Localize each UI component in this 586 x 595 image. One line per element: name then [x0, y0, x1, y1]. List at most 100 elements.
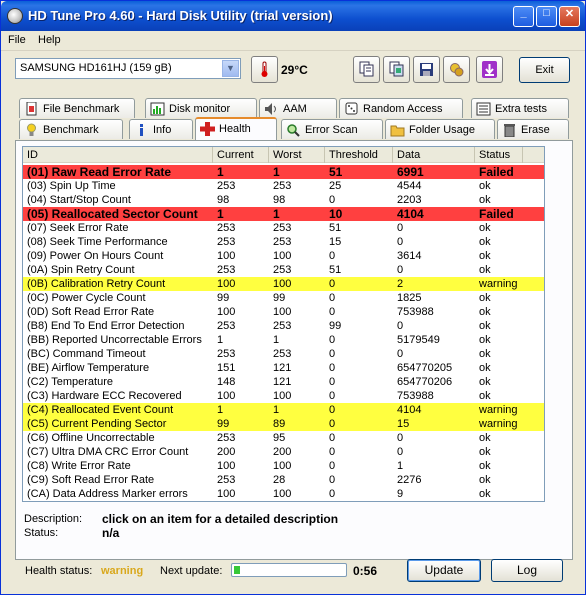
table-row[interactable]: (0D) Soft Read Error Rate 100 100 0 753988 ok [23, 305, 544, 319]
header-current[interactable]: Current [213, 147, 269, 163]
table-row[interactable]: (03) Spin Up Time 253 253 25 4544 ok [23, 179, 544, 193]
cell-id: (B8) End To End Error Detection [27, 320, 185, 332]
cell-id: (0C) Power Cycle Count [27, 292, 146, 304]
copy-text-button[interactable] [353, 56, 380, 83]
minimize-button[interactable]: _ [513, 6, 534, 27]
tab-label: Extra tests [495, 102, 547, 115]
cell-id: (C3) Hardware ECC Recovered [27, 390, 182, 402]
lightbulb-icon [24, 123, 39, 137]
health-panel: ID Current Worst Threshold Data Status (… [15, 140, 573, 560]
cell-data: 1825 [397, 292, 422, 304]
table-row[interactable]: (01) Raw Read Error Rate 1 1 51 6991 Failed [23, 165, 544, 179]
cell-status: ok [479, 264, 491, 276]
file-benchmark-icon [24, 101, 39, 116]
cell-threshold: 0 [329, 460, 336, 472]
cell-threshold: 0 [329, 306, 336, 318]
cell-status: warning [479, 278, 518, 290]
cell-data: 753988 [397, 306, 434, 318]
cell-worst: 253 [273, 222, 292, 234]
app-disk-icon [7, 8, 23, 24]
drive-select-value: SAMSUNG HD161HJ (159 gB) [20, 62, 172, 74]
table-row[interactable]: (C3) Hardware ECC Recovered 100 100 0 753988… [23, 389, 544, 403]
table-row[interactable]: (C6) Offline Uncorrectable 253 95 0 0 ok [23, 431, 544, 445]
cell-current: 1 [217, 334, 224, 346]
log-button[interactable]: Log [491, 559, 563, 582]
header-id[interactable]: ID [23, 147, 213, 163]
cell-current: 253 [217, 432, 236, 444]
table-row[interactable]: (CA) Data Address Marker errors 100 100 0 9 o… [23, 487, 544, 501]
table-row[interactable]: (BC) Command Timeout 253 253 0 0 ok [23, 347, 544, 361]
table-row[interactable]: (BB) Reported Uncorrectable Errors 1 1 0 517… [23, 333, 544, 347]
cell-worst: 99 [273, 292, 286, 304]
tab-label: File Benchmark [43, 102, 120, 115]
menu-help[interactable]: Help [38, 34, 61, 46]
tab-random-access[interactable]: Random Access [339, 98, 463, 118]
menu-file[interactable]: File [8, 34, 26, 46]
table-row[interactable]: (C9) Soft Read Error Rate 253 28 0 2276 ok [23, 473, 544, 487]
drive-select[interactable]: SAMSUNG HD161HJ (159 gB) ▼ [15, 58, 241, 79]
cell-threshold: 0 [329, 348, 336, 360]
options-icon[interactable] [443, 56, 470, 83]
tab-error-scan[interactable]: Error Scan [281, 119, 383, 139]
close-button[interactable]: ✕ [559, 6, 580, 27]
tab-disk-monitor[interactable]: Disk monitor [145, 98, 257, 118]
cell-status: ok [479, 222, 491, 234]
table-row[interactable]: (C4) Reallocated Event Count 1 1 0 4104 warni… [23, 403, 544, 417]
cell-worst: 121 [273, 376, 292, 388]
chevron-down-icon[interactable]: ▼ [222, 60, 239, 77]
tab-label: Disk monitor [169, 102, 231, 115]
exit-button[interactable]: Exit [519, 57, 570, 83]
tab-benchmark[interactable]: Benchmark [19, 119, 123, 139]
header-data[interactable]: Data [393, 147, 475, 163]
copy-screenshot-button[interactable] [383, 56, 410, 83]
table-row[interactable]: (B8) End To End Error Detection 253 253 99 0… [23, 319, 544, 333]
table-row[interactable]: (BE) Airflow Temperature 151 121 0 654770205… [23, 361, 544, 375]
header-status[interactable]: Status [475, 147, 523, 163]
cell-worst: 100 [273, 460, 292, 472]
table-row[interactable]: (0A) Spin Retry Count 253 253 51 0 ok [23, 263, 544, 277]
table-row[interactable]: (0B) Calibration Retry Count 100 100 0 2 warn… [23, 277, 544, 291]
table-row[interactable]: (C2) Temperature 148 121 0 654770206 ok [23, 375, 544, 389]
title-bar[interactable]: HD Tune Pro 4.60 - Hard Disk Utility (tr… [1, 1, 585, 31]
save-icon[interactable] [413, 56, 440, 83]
table-row[interactable]: (05) Reallocated Sector Count 1 1 10 4104 Fai… [23, 207, 544, 221]
cell-threshold: 99 [329, 320, 342, 332]
cell-current: 100 [217, 306, 236, 318]
tab-label: Erase [521, 123, 550, 136]
cell-status: ok [479, 306, 491, 318]
tab-aam[interactable]: AAM [259, 98, 337, 118]
status-label: Status: [24, 527, 59, 539]
maximize-button[interactable]: □ [536, 6, 557, 27]
update-button[interactable]: Update [407, 559, 481, 582]
tab-erase[interactable]: Erase [497, 119, 569, 139]
table-row[interactable]: (09) Power On Hours Count 100 100 0 3614 ok [23, 249, 544, 263]
tab-health[interactable]: Health [195, 117, 277, 140]
cell-id: (04) Start/Stop Count [27, 194, 131, 206]
progress-fill [234, 566, 240, 574]
cell-worst: 253 [273, 180, 292, 192]
cell-data: 2276 [397, 474, 422, 486]
tab-extra-tests[interactable]: Extra tests [471, 98, 569, 118]
table-row[interactable]: (08) Seek Time Performance 253 253 15 0 ok [23, 235, 544, 249]
table-row[interactable]: (04) Start/Stop Count 98 98 0 2203 ok [23, 193, 544, 207]
cell-current: 253 [217, 222, 236, 234]
cell-data: 4104 [397, 207, 424, 221]
cell-current: 100 [217, 390, 236, 402]
table-row[interactable]: (C8) Write Error Rate 100 100 0 1 ok [23, 459, 544, 473]
header-threshold[interactable]: Threshold [325, 147, 393, 163]
cell-status: ok [479, 376, 491, 388]
table-row[interactable]: (C5) Current Pending Sector 99 89 0 15 warnin… [23, 417, 544, 431]
header-worst[interactable]: Worst [269, 147, 325, 163]
table-row[interactable]: (0C) Power Cycle Count 99 99 0 1825 ok [23, 291, 544, 305]
tab-file-benchmark[interactable]: File Benchmark [19, 98, 135, 118]
smart-table[interactable]: ID Current Worst Threshold Data Status (… [22, 146, 545, 502]
download-icon[interactable] [476, 56, 503, 83]
table-row[interactable]: (07) Seek Error Rate 253 253 51 0 ok [23, 221, 544, 235]
thermometer-icon [251, 56, 278, 83]
cell-threshold: 0 [329, 432, 336, 444]
tab-info[interactable]: Info [129, 119, 193, 139]
cell-current: 148 [217, 376, 236, 388]
table-row[interactable]: (C7) Ultra DMA CRC Error Count 200 200 0 0 ok [23, 445, 544, 459]
cell-data: 2203 [397, 194, 422, 206]
tab-folder-usage[interactable]: Folder Usage [385, 119, 495, 139]
